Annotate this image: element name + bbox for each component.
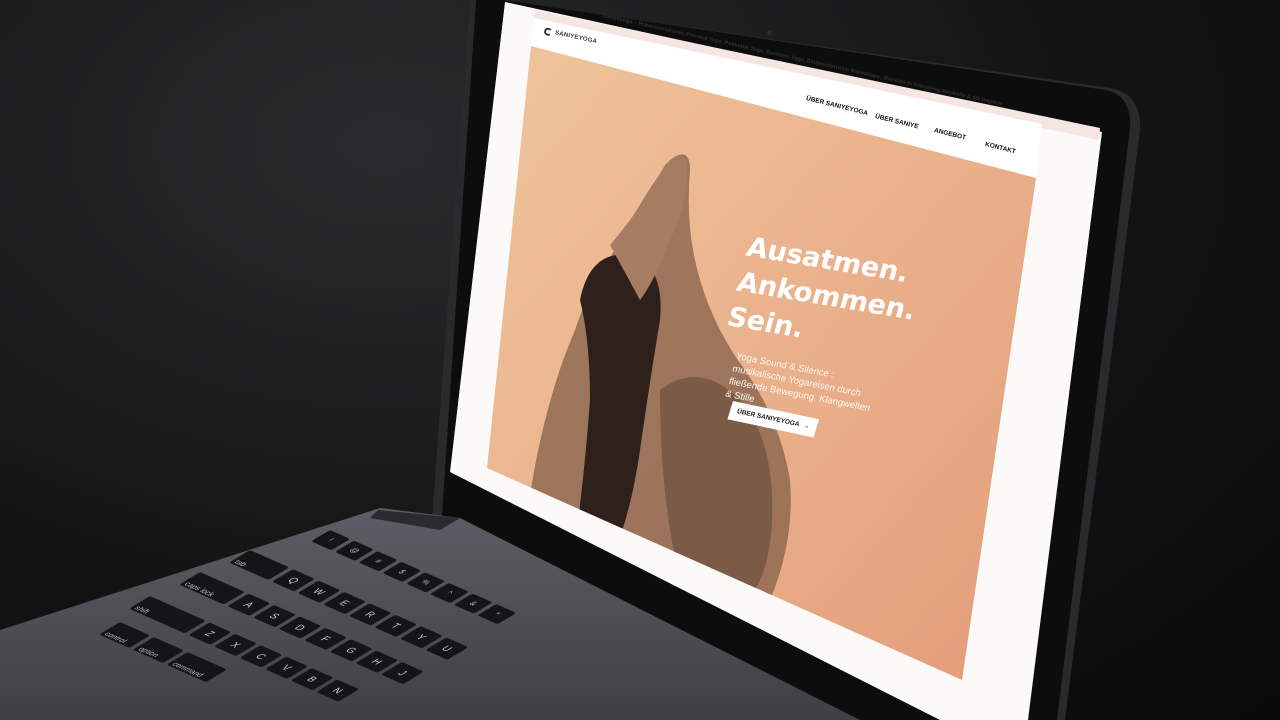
keyboard: ! @ # $ % ^ & * tab Q W E R T Y U caps l… — [0, 0, 1280, 720]
key-shift[interactable]: shift — [129, 596, 206, 634]
key-caps-lock[interactable]: caps lock — [179, 572, 245, 605]
key-command[interactable]: command — [166, 652, 227, 683]
scene: Saniyeyoga – Präventionskurse, Prenatal … — [0, 0, 1280, 720]
